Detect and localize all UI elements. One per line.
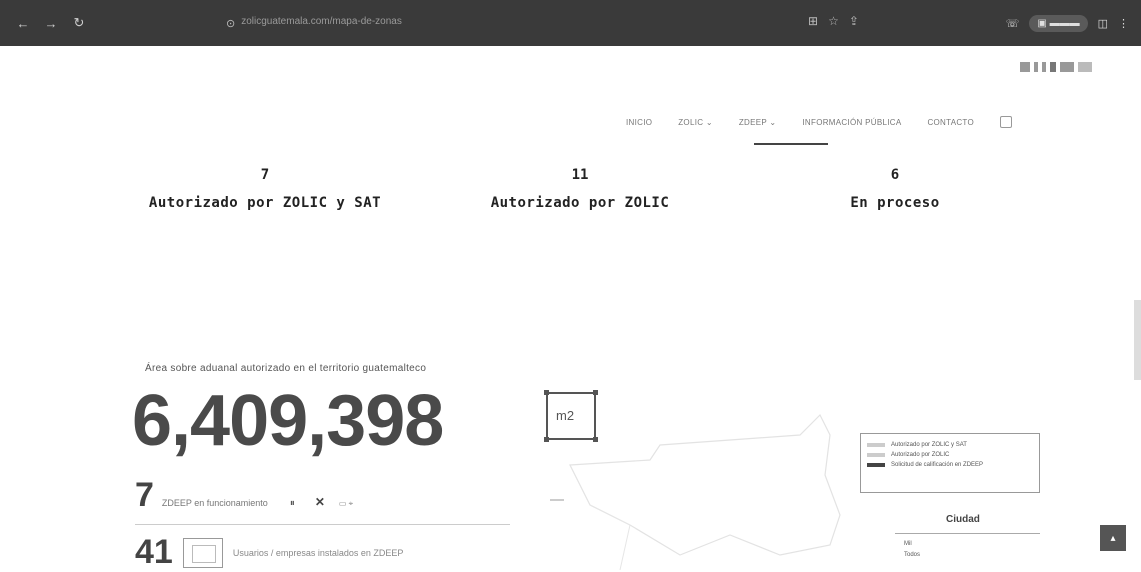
flag-icon[interactable]: [1020, 62, 1030, 72]
star-icon[interactable]: ☆: [828, 14, 839, 28]
tools-icon[interactable]: ✕: [315, 495, 325, 509]
phone-icon[interactable]: ☏: [1006, 17, 1020, 30]
corner: [593, 390, 598, 395]
stat-en-proceso: 6 En proceso: [820, 167, 970, 211]
flag-icon-3[interactable]: [1042, 62, 1046, 72]
scroll-top-button[interactable]: ▴: [1100, 525, 1126, 551]
nav-item-contacto[interactable]: CONTACTO: [927, 118, 974, 127]
pause-icon[interactable]: ⏸: [290, 498, 295, 509]
scrollbar[interactable]: [1134, 300, 1141, 380]
guatemala-map[interactable]: [530, 405, 860, 570]
corner: [544, 390, 549, 395]
legend-label: Autorizado por ZOLIC y SAT: [891, 442, 967, 448]
city-divider: [895, 533, 1040, 534]
legend-item: Solicitud de calificación en ZDEEP: [867, 462, 1033, 468]
share-icon[interactable]: ⇪: [849, 14, 859, 28]
legend-item: Autorizado por ZOLIC: [867, 452, 1033, 458]
lock-icon: ⊙: [226, 17, 236, 30]
building-icon: [182, 537, 223, 568]
zdeep-count-row: 7 ZDEEP en funcionamiento ⏸ ✕ ▭ ⌖: [135, 476, 353, 515]
stat-autorizado-zolic-sat: 7 Autorizado por ZOLIC y SAT: [130, 167, 400, 211]
stat-number: 7: [260, 167, 270, 183]
reload-icon[interactable]: ↻: [68, 12, 90, 34]
legend-item: Autorizado por ZOLIC y SAT: [867, 442, 1033, 448]
city-item[interactable]: Todos: [904, 552, 920, 558]
translate-icon[interactable]: ⊞: [808, 14, 818, 28]
header-social-icons: [1020, 62, 1092, 72]
profile-chip[interactable]: ▣ ▬▬▬: [1029, 14, 1088, 32]
search-icon[interactable]: [1000, 116, 1013, 128]
stat-autorizado-zolic: 11 Autorizado por ZOLIC: [470, 167, 690, 211]
stat-label: Autorizado por ZOLIC: [490, 195, 670, 211]
nav-item-inicio[interactable]: INICIO: [626, 118, 652, 127]
area-caption: Área sobre aduanal autorizado en el terr…: [145, 363, 427, 374]
divider: [135, 524, 510, 525]
legend-swatch: [867, 443, 885, 447]
flag-icon-2[interactable]: [1034, 62, 1038, 72]
plus-icon[interactable]: [1050, 62, 1056, 72]
nav-active-indicator: [754, 143, 828, 145]
stat-label: En proceso: [850, 195, 940, 211]
stat-label: Autorizado por ZOLIC y SAT: [148, 195, 382, 211]
nav-item-informacion[interactable]: INFORMACIÓN PÚBLICA: [802, 118, 901, 127]
main-nav: INICIO ZOLIC ⌄ ZDEEP ⌄ INFORMACIÓN PÚBLI…: [626, 116, 1013, 128]
city-title: Ciudad: [946, 514, 980, 525]
map-border: [589, 504, 631, 570]
url-text: zolicguatemala.com/mapa-de-zonas: [241, 16, 402, 27]
stat-number: 11: [571, 167, 589, 183]
menu-icon[interactable]: ⋮: [1118, 17, 1129, 30]
legend-swatch: [867, 453, 885, 457]
users-text: Usuarios / empresas instalados en ZDEEP: [232, 547, 404, 558]
city-item[interactable]: Mil: [904, 541, 920, 547]
legend-swatch: [867, 463, 885, 467]
legend-label: Autorizado por ZOLIC: [891, 452, 950, 458]
nav-item-zdeep[interactable]: ZDEEP ⌄: [739, 118, 777, 127]
users-count: 41: [135, 533, 173, 571]
browser-actions: ⊞ ☆ ⇪: [808, 14, 859, 28]
forward-arrow-icon[interactable]: →: [40, 12, 62, 34]
zoom-control[interactable]: ▭ ⌖: [339, 499, 353, 509]
users-count-row: 41 Usuarios / empresas instalados en ZDE…: [135, 533, 403, 572]
city-list: Mil Todos: [904, 541, 920, 563]
map-outline: [569, 413, 841, 556]
nav-item-label: ZDEEP: [738, 117, 767, 127]
extensions-icon[interactable]: ◫: [1098, 17, 1108, 30]
back-arrow-icon[interactable]: ←: [12, 12, 34, 34]
browser-toolbar: ← → ↻ ⊙ zolicguatemala.com/mapa-de-zonas…: [0, 0, 1141, 46]
address-bar[interactable]: ⊙ zolicguatemala.com/mapa-de-zonas: [226, 16, 461, 30]
logo-icon[interactable]: [1060, 62, 1074, 72]
logo-icon-2[interactable]: [1078, 62, 1092, 72]
legend-label: Solicitud de calificación en ZDEEP: [891, 462, 984, 468]
zdeep-text: ZDEEP en funcionamiento: [161, 498, 268, 508]
map-legend: Autorizado por ZOLIC y SAT Autorizado po…: [860, 433, 1040, 493]
stat-number: 6: [890, 167, 900, 183]
nav-item-zolic[interactable]: ZOLIC ⌄: [678, 118, 713, 127]
nav-item-label: ZOLIC: [678, 117, 704, 127]
area-value: 6,409,398: [132, 381, 444, 461]
zdeep-count: 7: [135, 476, 154, 514]
